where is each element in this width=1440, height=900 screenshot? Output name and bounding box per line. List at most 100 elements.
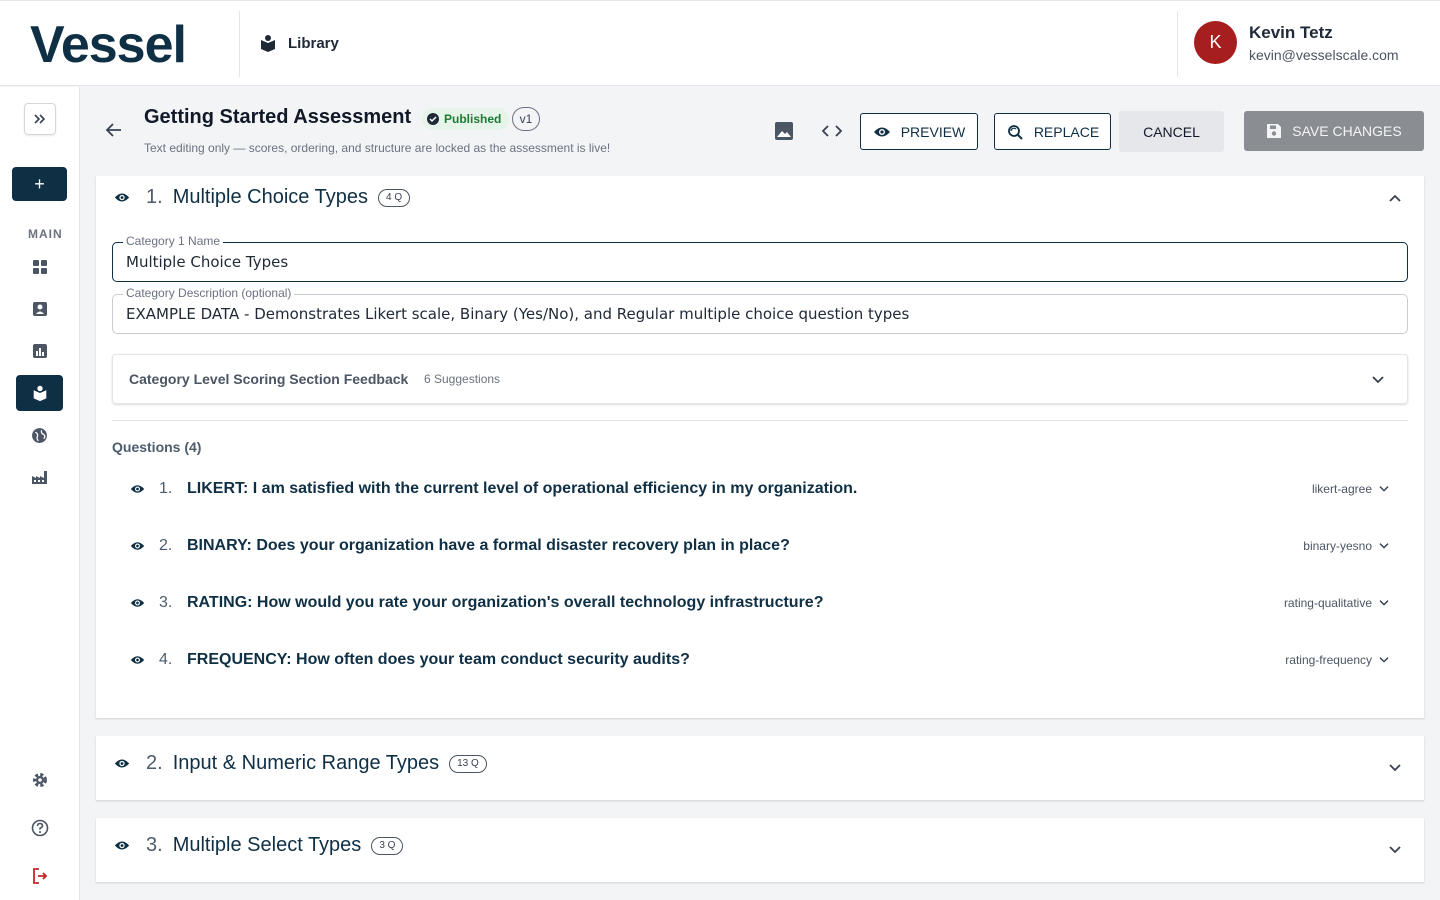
page-subtitle: Text editing only — scores, ordering, an… — [144, 141, 611, 155]
eye-icon[interactable] — [130, 598, 145, 608]
eye-icon[interactable] — [130, 541, 145, 551]
expand-button[interactable] — [1388, 760, 1402, 778]
question-type-select[interactable]: likert-agree — [1312, 482, 1390, 496]
sidebar-item-web[interactable] — [16, 417, 63, 453]
category-name-label: Category 1 Name — [123, 234, 224, 248]
save-changes-button[interactable]: SAVE CHANGES — [1244, 111, 1424, 151]
image-icon — [775, 122, 793, 140]
question-number: 3. — [159, 594, 173, 611]
avatar[interactable]: K — [1194, 21, 1237, 64]
chevron-down-icon — [1379, 486, 1389, 492]
category-header[interactable]: 2. Input & Numeric Range Types 13 Q — [114, 752, 487, 775]
question-number: 1. — [159, 480, 173, 497]
divider — [239, 11, 240, 77]
preview-button[interactable]: PREVIEW — [860, 113, 978, 150]
category-name-field[interactable]: Category 1 Name Multiple Choice Types — [112, 234, 1408, 282]
category-name-value[interactable]: Multiple Choice Types — [126, 253, 288, 271]
code-view-button[interactable] — [821, 123, 843, 144]
contact-card-icon — [32, 302, 47, 316]
chevron-down-icon — [1372, 376, 1384, 384]
category-number: 2. — [146, 752, 163, 774]
sidebar-section-label: MAIN — [28, 227, 63, 241]
sidebar-item-dashboard[interactable] — [16, 249, 63, 285]
eye-icon[interactable] — [114, 840, 130, 851]
status-label: Published — [444, 112, 502, 126]
factory-icon — [32, 471, 47, 484]
save-label: SAVE CHANGES — [1292, 123, 1402, 139]
sidebar-item-contacts[interactable] — [16, 291, 63, 327]
category-title: Multiple Choice Types — [172, 186, 368, 208]
sidebar-item-library[interactable] — [16, 375, 63, 411]
library-nav[interactable]: Library — [258, 33, 339, 53]
check-circle-icon — [427, 113, 439, 125]
question-type-label: rating-qualitative — [1283, 596, 1372, 610]
eye-icon — [873, 127, 890, 136]
category-card[interactable]: 2. Input & Numeric Range Types 13 Q — [96, 736, 1424, 800]
replace-button[interactable]: REPLACE — [994, 113, 1111, 150]
question-row[interactable]: 4. FREQUENCY: How often does your team c… — [130, 648, 1390, 672]
question-text: FREQUENCY: How often does your team cond… — [187, 651, 690, 668]
question-count-badge: 3 Q — [371, 836, 404, 855]
eye-icon[interactable] — [130, 655, 145, 665]
sidebar-item-help[interactable] — [16, 810, 63, 846]
add-button[interactable]: + — [12, 167, 67, 201]
question-row[interactable]: 3. RATING: How would you rate your organ… — [130, 591, 1390, 615]
category-header[interactable]: 1. Multiple Choice Types 4 Q — [114, 186, 411, 209]
eye-icon[interactable] — [114, 192, 130, 203]
question-type-label: likert-agree — [1311, 482, 1372, 496]
expand-button[interactable] — [1388, 842, 1402, 860]
collapse-button[interactable] — [1388, 190, 1402, 208]
cancel-button[interactable]: CANCEL — [1119, 111, 1224, 152]
chevron-down-icon — [1389, 846, 1401, 854]
image-button[interactable] — [774, 121, 794, 146]
back-button[interactable] — [104, 120, 124, 145]
chevron-down-icon — [1379, 543, 1389, 549]
page-title: Getting Started Assessment — [144, 106, 412, 128]
replace-label: REPLACE — [1033, 123, 1100, 140]
user-menu[interactable]: K Kevin Tetz kevin@vesselscale.com — [1194, 21, 1399, 64]
question-type-select[interactable]: rating-qualitative — [1284, 596, 1390, 610]
question-count-badge: 4 Q — [377, 188, 411, 207]
sidebar-item-logout[interactable] — [16, 858, 63, 894]
question-row[interactable]: 2. BINARY: Does your organization have a… — [130, 534, 1390, 558]
sidebar-item-organizations[interactable] — [16, 459, 63, 495]
category-description-field[interactable]: Category Description (optional) EXAMPLE … — [112, 286, 1408, 334]
preview-label: PREVIEW — [900, 123, 966, 140]
question-text: RATING: How would you rate your organiza… — [187, 594, 824, 611]
double-chevron-right-icon — [34, 114, 46, 124]
question-text: BINARY: Does your organization have a fo… — [187, 537, 790, 554]
library-icon — [33, 385, 46, 402]
category-card: 1. Multiple Choice Types 4 Q Category 1 … — [96, 176, 1424, 718]
eye-icon[interactable] — [114, 758, 130, 769]
gear-icon — [32, 773, 47, 787]
top-bar: Vessel Library K Kevin Tetz kevin@vessel… — [0, 0, 1440, 86]
eye-icon[interactable] — [130, 484, 145, 494]
category-card[interactable]: 3. Multiple Select Types 3 Q — [96, 818, 1424, 882]
vessel-logo[interactable]: Vessel — [30, 15, 187, 75]
save-icon — [1267, 124, 1282, 138]
help-icon — [31, 819, 48, 837]
sidebar-item-reports[interactable] — [16, 333, 63, 369]
category-header[interactable]: 3. Multiple Select Types 3 Q — [114, 834, 404, 857]
sidebar: + MAIN — [0, 87, 80, 900]
question-type-select[interactable]: binary-yesno — [1303, 539, 1390, 553]
question-row[interactable]: 1. LIKERT: I am satisfied with the curre… — [130, 477, 1390, 501]
divider — [112, 420, 1408, 421]
expand-sidebar-button[interactable] — [24, 103, 56, 135]
question-type-select[interactable]: rating-frequency — [1285, 653, 1390, 667]
category-number: 1. — [146, 186, 163, 208]
category-description-value[interactable]: EXAMPLE DATA - Demonstrates Likert scale… — [126, 305, 909, 323]
question-number: 2. — [159, 537, 173, 554]
sidebar-item-settings[interactable] — [16, 762, 63, 798]
code-icon — [821, 125, 843, 137]
question-number: 4. — [159, 651, 173, 668]
scoring-feedback-accordion[interactable]: Category Level Scoring Section Feedback … — [112, 354, 1408, 404]
question-text: LIKERT: I am satisfied with the current … — [187, 480, 858, 497]
category-number: 3. — [146, 834, 163, 856]
chevron-down-icon — [1379, 657, 1389, 663]
user-email: kevin@vesselscale.com — [1249, 46, 1399, 63]
bar-chart-icon — [32, 344, 47, 358]
feedback-count: 6 Suggestions — [424, 372, 501, 386]
version-badge: v1 — [512, 107, 540, 131]
chevron-down-icon — [1389, 764, 1401, 772]
